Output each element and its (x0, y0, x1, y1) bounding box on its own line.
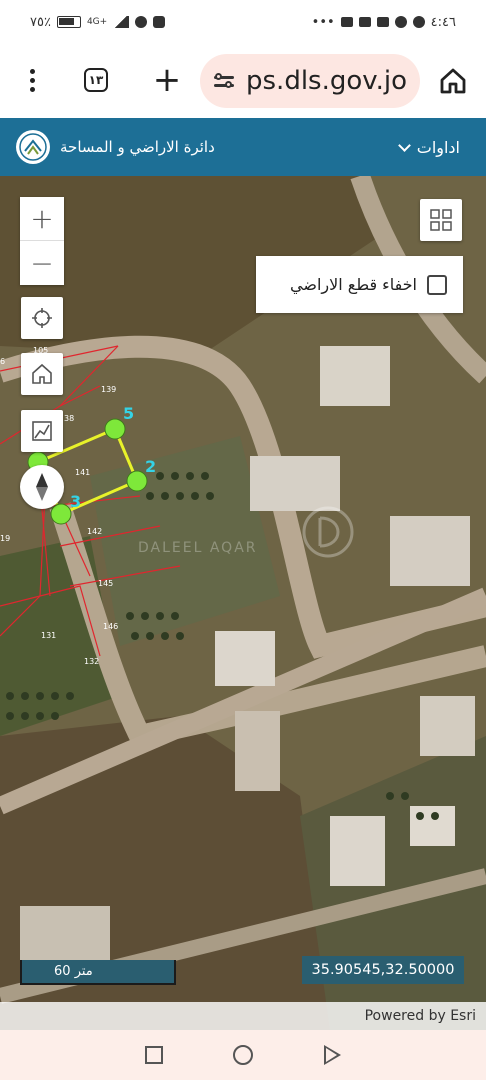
system-nav-bar (0, 1030, 486, 1080)
parcel-number: 145 (98, 579, 114, 588)
attribution[interactable]: Powered by Esri (0, 1002, 486, 1030)
address-bar[interactable]: ps.dls.gov.jo (200, 54, 420, 108)
vertex-label: 2 (145, 457, 157, 476)
parcel-number: 131 (41, 631, 57, 640)
measure-icon (32, 421, 52, 441)
battery-icon (56, 16, 81, 28)
triangle-icon[interactable] (323, 1045, 341, 1065)
url-text: ps.dls.gov.jo (246, 66, 408, 96)
status-right: ••• ٤:٤٦ (312, 15, 456, 30)
new-tab-button[interactable]: + (152, 63, 182, 97)
grid-icon (430, 209, 452, 231)
clock: ٤:٤٦ (430, 14, 456, 30)
parcel-number: 6 (0, 357, 6, 366)
more-vert-icon[interactable] (0, 44, 64, 116)
chevron-down-icon (397, 138, 411, 152)
scale-label: 60 متر (54, 964, 93, 979)
browser-toolbar: ١٣ + ps.dls.gov.jo (0, 44, 486, 116)
site-brand[interactable]: دائرة الاراضي و المساحة (16, 130, 215, 164)
basemap-gallery-button[interactable] (420, 199, 462, 241)
watermark-text: DALEEL AQAR (138, 540, 258, 556)
vertex-label: 3 (70, 492, 82, 511)
watermark: DALEEL AQAR (130, 506, 360, 576)
hide-parcels-panel[interactable]: اخفاء قطع الاراضي (256, 256, 463, 313)
measure-button[interactable] (21, 410, 63, 452)
sms-icon (376, 17, 389, 27)
zoom-in-button[interactable]: + (20, 197, 64, 241)
status-bar: ٧٥٪ 4G+ ••• ٤:٤٦ (0, 0, 486, 44)
zoom-out-button[interactable]: − (20, 241, 64, 285)
compass-icon (36, 473, 48, 501)
parcel-number: 142 (87, 527, 103, 536)
home-icon[interactable] (438, 66, 468, 96)
site-header: دائرة الاراضي و المساحة اداوات (0, 118, 486, 176)
circle-icon[interactable] (233, 1045, 254, 1065)
vertex-5 (104, 418, 126, 440)
parcel-number: 141 (75, 468, 91, 477)
vertex-2 (126, 470, 148, 492)
tools-label: اداوات (416, 137, 460, 157)
battery-percent: ٧٥٪ (30, 14, 51, 30)
facebook-icon (394, 16, 407, 28)
compass-button[interactable] (20, 465, 64, 509)
map-view[interactable]: 105 139 38 141 142 145 146 131 132 19 6 … (0, 176, 486, 1030)
more-notifications-icon: ••• (311, 14, 335, 30)
home-extent-button[interactable] (21, 353, 63, 395)
status-left: ٧٥٪ 4G+ (30, 14, 166, 30)
parcel-number: 132 (84, 657, 100, 666)
scale-bar: 60 متر (20, 960, 176, 985)
locate-button[interactable] (21, 297, 63, 339)
site-title: دائرة الاراضي و المساحة (60, 138, 215, 156)
parcel-number: 19 (0, 534, 11, 543)
hide-parcels-checkbox[interactable] (427, 274, 447, 295)
home-icon (32, 363, 52, 384)
signal-icon (113, 16, 130, 28)
hide-parcels-label: اخفاء قطع الاراضي (290, 275, 417, 294)
crosshair-icon (32, 308, 52, 328)
site-settings-icon[interactable] (212, 69, 236, 93)
vertex-label: 5 (123, 404, 135, 423)
zoom-controls: + − (20, 197, 64, 285)
parcel-number: 139 (101, 385, 117, 394)
parcel-number: 146 (103, 622, 119, 631)
vertex-3 (50, 503, 72, 525)
facebook-icon-2 (412, 16, 425, 28)
parcel-number: 38 (64, 414, 75, 423)
message-icon-2 (358, 17, 371, 27)
message-icon (340, 17, 353, 27)
tools-menu-button[interactable]: اداوات (397, 137, 460, 157)
square-icon[interactable] (145, 1046, 164, 1064)
dls-logo (16, 130, 50, 164)
network-type: 4G+ (86, 17, 108, 27)
coordinates-readout: 35.90545,32.50000 (302, 956, 464, 984)
nfc-icon (153, 16, 166, 28)
attribution-text: Powered by Esri (364, 1008, 476, 1024)
alarm-icon (135, 16, 148, 28)
tab-switcher-button[interactable]: ١٣ (84, 68, 108, 92)
